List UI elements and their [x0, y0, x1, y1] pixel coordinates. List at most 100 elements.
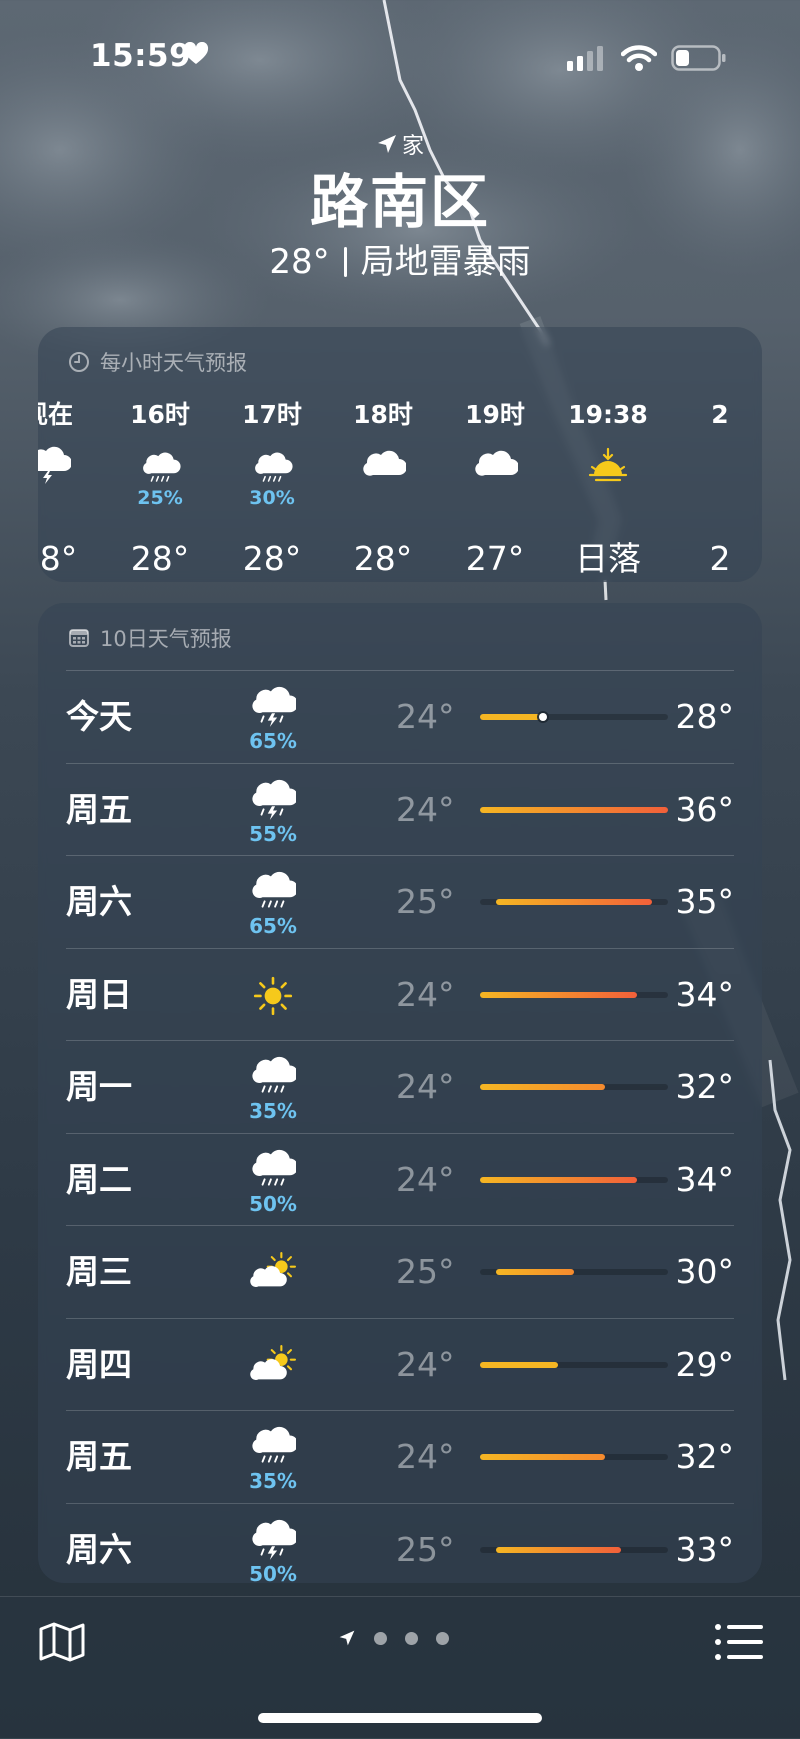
cloud-icon — [327, 437, 439, 487]
day-low-temp: 24° — [396, 974, 455, 1014]
status-time: 15:59 — [90, 38, 192, 74]
wifi-icon — [621, 45, 657, 71]
temperature-range-track — [480, 1546, 668, 1553]
day-low-temp: 25° — [396, 1252, 455, 1291]
hourly-item: 2 2 — [664, 397, 762, 578]
rain-cloud-icon — [238, 866, 308, 918]
current-conditions: 28° 局地雷暴雨 — [0, 238, 800, 286]
day-high-temp: 30° — [675, 1252, 735, 1291]
temperature-range-bar — [480, 1454, 606, 1460]
day-precip-chance: 50% — [249, 1191, 297, 1216]
temperature-range-bar — [480, 1084, 606, 1090]
rain-cloud-icon — [238, 1051, 308, 1103]
daily-row[interactable]: 周五 35% 24° 32° — [66, 1410, 734, 1503]
daily-row[interactable]: 周六 50% 25° 33° — [66, 1502, 735, 1596]
hour-temperature: 28° — [242, 539, 302, 578]
day-precip-chance: 35% — [249, 1469, 297, 1493]
daily-forecast-list: 今天 65% 24° 28° 周五 55% 24° 36° 周六 65% 25°… — [66, 670, 734, 1595]
hour-temperature: 日落 — [575, 539, 641, 578]
hour-precip-chance — [327, 487, 439, 509]
temperature-range-bar — [480, 806, 668, 813]
temperature-range-track — [480, 899, 668, 905]
day-name: 周六 — [66, 1529, 132, 1569]
hourly-item: 17时 30% 28° — [216, 397, 328, 578]
hour-precip-chance: 25% — [137, 487, 183, 509]
temperature-range-track — [480, 1269, 668, 1275]
location-tag-label: 家 — [401, 134, 424, 159]
current-location-page-icon[interactable] — [338, 1629, 356, 1647]
day-high-temp: 35° — [675, 882, 735, 921]
home-indicator[interactable] — [258, 1713, 542, 1723]
daily-row[interactable]: 今天 65% 24° 28° — [66, 670, 734, 763]
sun-icon — [238, 971, 308, 1023]
day-name: 周四 — [66, 1344, 132, 1384]
temperature-range-bar — [480, 1361, 559, 1368]
hourly-card-header: 每小时天气预报 — [68, 347, 247, 377]
clock-icon — [69, 352, 89, 372]
day-high-temp: 34° — [675, 974, 735, 1014]
thunderstorm-rain-icon — [238, 774, 308, 826]
daily-row[interactable]: 周五 55% 24° 36° — [66, 762, 735, 856]
hour-label: 17时 — [242, 400, 302, 429]
hourly-item: 19时 27° — [439, 397, 551, 578]
daily-row[interactable]: 周六 65% 25° 35° — [66, 855, 734, 948]
day-high-temp: 32° — [675, 1437, 735, 1476]
daily-row[interactable]: 周四 24° 29° — [66, 1317, 734, 1411]
temperature-range-bar — [480, 714, 543, 720]
day-name: 今天 — [66, 697, 132, 736]
day-name: 周六 — [66, 882, 132, 921]
partly-sunny-icon — [238, 1248, 308, 1300]
day-high-temp: 28° — [675, 697, 735, 736]
hourly-item: 18时 28° — [327, 397, 439, 578]
day-precip-chance: 55% — [249, 821, 297, 846]
hour-precip-chance: 30% — [249, 487, 295, 509]
hour-label: 19时 — [465, 400, 525, 429]
rain-cloud-icon — [216, 437, 328, 487]
hour-temperature: 2 — [709, 539, 731, 578]
temperature-range-bar — [495, 899, 653, 905]
city-list-icon[interactable] — [714, 1621, 764, 1663]
day-name: 周一 — [66, 1067, 132, 1106]
page-dot[interactable] — [405, 1631, 418, 1645]
page-dot[interactable] — [374, 1631, 387, 1645]
hour-precip-chance — [664, 487, 762, 509]
day-low-temp: 25° — [396, 882, 455, 921]
thunderstorm-rain-icon — [238, 1514, 308, 1566]
daily-row[interactable]: 周一 35% 24° 32° — [66, 1040, 734, 1133]
day-high-temp: 33° — [675, 1529, 735, 1569]
day-precip-chance: 65% — [249, 729, 297, 753]
day-low-temp: 24° — [396, 1159, 455, 1199]
map-icon[interactable] — [38, 1621, 86, 1663]
temperature-range-track — [480, 991, 668, 998]
hourly-forecast-card[interactable]: 每小时天气预报 现在 28° 16时 25% 28° 17时 30% 28° 1… — [38, 327, 762, 582]
day-name: 周三 — [66, 1252, 132, 1291]
hourly-item: 16时 25% 28° — [104, 397, 216, 578]
bottom-toolbar — [0, 1596, 800, 1739]
cloud-icon — [664, 437, 762, 487]
page-dot[interactable] — [436, 1631, 449, 1645]
hour-temperature: 28° — [130, 539, 190, 578]
location-header: 家 路南区 28° 局地雷暴雨 — [0, 128, 800, 286]
day-low-temp: 24° — [396, 1344, 455, 1384]
daily-card-header: 10日天气预报 — [68, 623, 232, 653]
cellular-signal-icon — [567, 46, 603, 71]
hour-label: 16时 — [130, 400, 190, 429]
page-indicator[interactable] — [338, 1629, 449, 1647]
cloud-icon — [439, 437, 551, 487]
daily-row[interactable]: 周日 24° 34° — [66, 947, 735, 1041]
daily-row[interactable]: 周二 50% 24° 34° — [66, 1132, 734, 1226]
temperature-range-track — [480, 1454, 668, 1460]
day-name: 周五 — [66, 1437, 132, 1476]
battery-icon — [671, 45, 726, 71]
day-low-temp: 24° — [396, 697, 455, 736]
hour-precip-chance — [38, 487, 104, 509]
hourly-scroll-list[interactable]: 现在 28° 16时 25% 28° 17时 30% 28° 18时 28° 1… — [38, 397, 762, 578]
hour-label: 18时 — [353, 400, 413, 429]
current-condition-text: 局地雷暴雨 — [360, 242, 531, 282]
location-tag: 家 — [0, 128, 800, 160]
day-high-temp: 36° — [675, 789, 735, 829]
day-low-temp: 24° — [396, 1437, 455, 1476]
day-high-temp: 32° — [675, 1067, 735, 1106]
day-precip-chance: 35% — [249, 1099, 297, 1123]
daily-row[interactable]: 周三 25° 30° — [66, 1225, 734, 1318]
